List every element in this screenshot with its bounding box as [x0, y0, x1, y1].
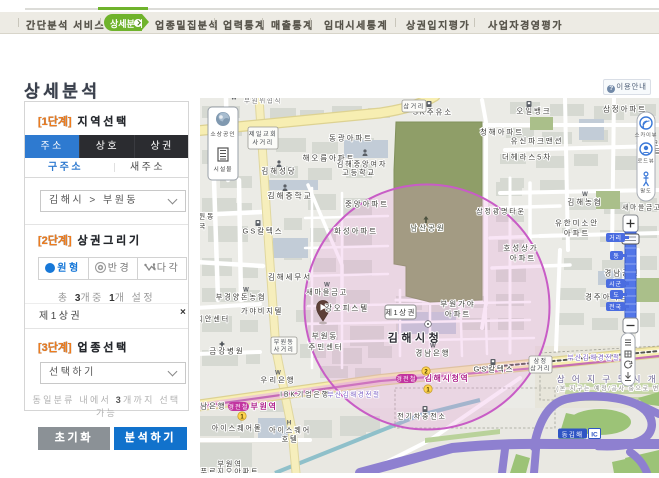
svg-text:경남은행: 경남은행: [200, 401, 227, 411]
svg-text:W: W: [324, 283, 330, 289]
svg-text:(본 지구는 예정/공사 중으로 변: (본 지구는 예정/공사 중으로 변: [556, 385, 659, 393]
svg-text:김해농협: 김해농협: [567, 197, 602, 207]
svg-text:사거리: 사거리: [274, 346, 294, 354]
svg-text:W: W: [243, 288, 249, 294]
svg-text:GS칼텍스: GS칼텍스: [242, 226, 283, 236]
svg-text:호텔: 호텔: [282, 435, 299, 444]
svg-text:로드뷰: 로드뷰: [637, 158, 654, 165]
svg-text:오일뱅크: 오일뱅크: [516, 106, 551, 116]
svg-text:아이스퀘어: 아이스퀘어: [269, 426, 311, 435]
svg-text:부원가야: 부원가야: [440, 299, 475, 309]
svg-text:W: W: [275, 371, 281, 377]
svg-text:김해세무서: 김해세무서: [268, 272, 312, 282]
svg-text:부산김해경전철: 부산김해경전철: [327, 390, 380, 399]
svg-text:새마을금고: 새마을금고: [622, 203, 659, 212]
svg-text:동김해: 동김해: [562, 430, 584, 439]
svg-text:동광아파트: 동광아파트: [329, 133, 373, 143]
svg-text:삼거리: 삼거리: [530, 365, 550, 373]
svg-text:제1상권: 제1상권: [385, 307, 416, 317]
svg-text:거리: 거리: [609, 234, 622, 242]
svg-text:삼정: 삼정: [534, 357, 548, 365]
svg-text:아파트: 아파트: [445, 309, 471, 319]
svg-text:W: W: [430, 344, 436, 350]
svg-text:김해시청: 김해시청: [388, 331, 442, 345]
svg-text:주민센터: 주민센터: [308, 342, 343, 352]
svg-text:김해시청역: 김해시청역: [425, 373, 470, 383]
svg-text:시설물: 시설물: [214, 165, 233, 173]
svg-text:삼 어 지 구 도 시 개 발: 삼 어 지 구 도 시 개 발: [557, 374, 659, 384]
svg-text:화성아파트: 화성아파트: [334, 226, 378, 236]
svg-text:김해중학교: 김해중학교: [267, 191, 312, 201]
svg-text:W: W: [231, 98, 237, 102]
svg-text:호성상가: 호성상가: [503, 243, 538, 253]
svg-text:아파트: 아파트: [510, 253, 536, 263]
svg-text:강오피스텔: 강오피스텔: [325, 303, 369, 313]
svg-text:전국: 전국: [609, 303, 622, 311]
svg-text:부산김해경전철: 부산김해경전철: [567, 353, 620, 362]
svg-text:푸르지오아파트: 푸르지오아파트: [201, 467, 260, 473]
svg-text:청해아파트: 청해아파트: [480, 127, 524, 137]
svg-text:중앙아파트: 중앙아파트: [345, 199, 389, 209]
svg-text:고등학교: 고등학교: [342, 168, 376, 177]
svg-text:국: 국: [200, 223, 207, 231]
svg-text:부원동: 부원동: [274, 338, 294, 346]
svg-text:소상공인: 소상공인: [210, 130, 235, 138]
svg-text:동: 동: [613, 253, 619, 260]
svg-text:가야비지텔: 가야비지텔: [241, 307, 283, 316]
svg-text:더헤라스5차: 더헤라스5차: [502, 153, 552, 162]
svg-text:새마을금고: 새마을금고: [306, 288, 348, 297]
svg-text:아파트: 아파트: [564, 228, 590, 238]
svg-text:말도: 말도: [640, 187, 651, 195]
svg-text:금강병원: 금강병원: [209, 346, 244, 356]
svg-text:경전철: 경전철: [228, 403, 248, 411]
svg-text:원동: 원동: [200, 212, 215, 221]
svg-text:H: H: [287, 421, 291, 427]
svg-text:도: 도: [613, 292, 619, 299]
svg-text:삼정아파트: 삼정아파트: [603, 104, 647, 114]
svg-text:부원동: 부원동: [312, 332, 338, 341]
svg-text:아이스퀘어몰: 아이스퀘어몰: [212, 424, 262, 433]
svg-text:유신파크맨션: 유신파크맨션: [511, 136, 564, 146]
svg-text:남산공원: 남산공원: [410, 223, 445, 233]
svg-text:시군: 시군: [609, 281, 622, 288]
svg-text:삼정광명타운: 삼정광명타운: [476, 207, 525, 216]
svg-text:강치안센터: 강치안센터: [200, 315, 230, 324]
svg-text:사거리: 사거리: [252, 139, 273, 147]
svg-text:IBK기업은행: IBK기업은행: [280, 390, 330, 399]
svg-text:전기차충전소: 전기차충전소: [397, 412, 446, 421]
svg-text:유한미소안: 유한미소안: [555, 218, 599, 228]
svg-text:부원위협직: 부원위협직: [244, 98, 282, 105]
svg-text:IC: IC: [591, 432, 598, 439]
svg-text:제일교회: 제일교회: [249, 130, 277, 138]
svg-text:스카이뷰: 스카이뷰: [635, 131, 658, 139]
svg-text:W: W: [582, 192, 588, 198]
svg-text:삼거리: 삼거리: [403, 103, 424, 111]
svg-text:경전철: 경전철: [396, 375, 416, 383]
svg-text:부원역: 부원역: [251, 401, 278, 411]
svg-text:부경양돈농협: 부경양돈농협: [216, 293, 266, 302]
